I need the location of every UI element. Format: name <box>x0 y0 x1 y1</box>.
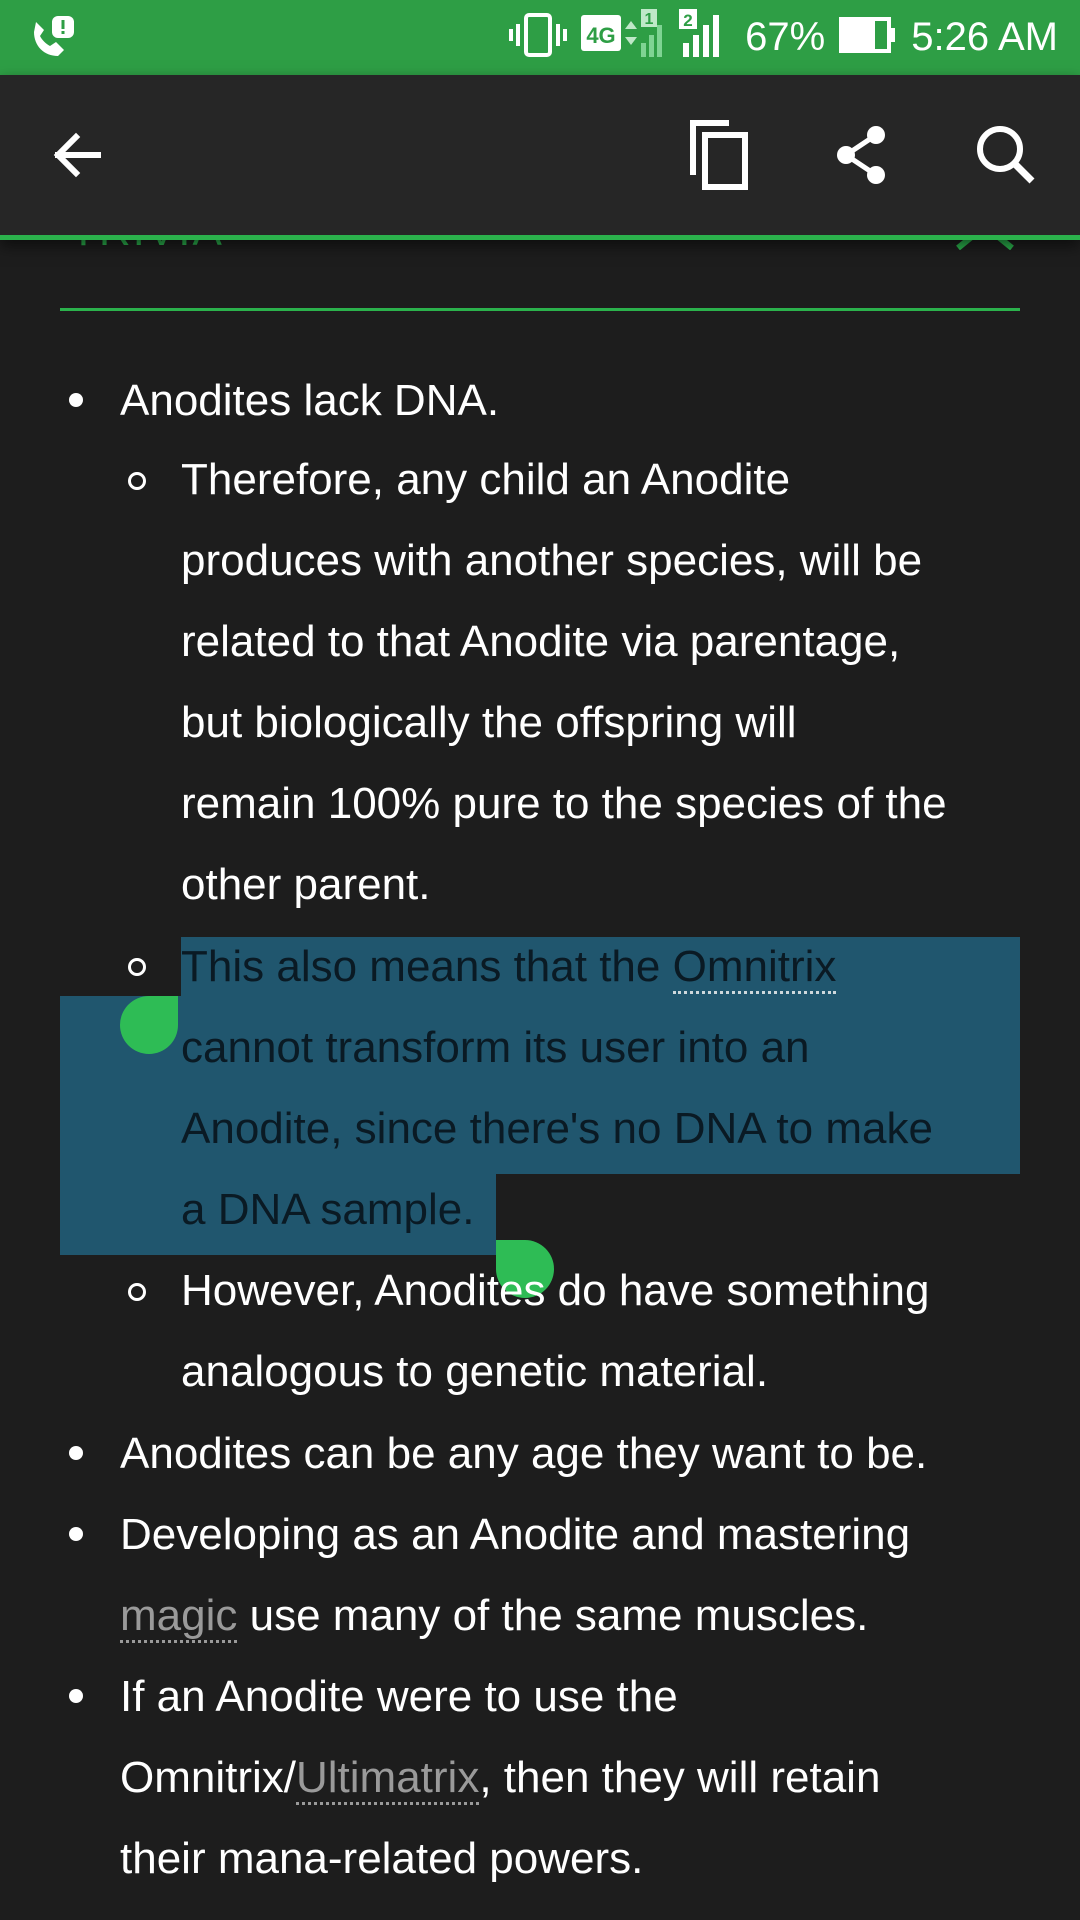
article-content: TRIVIA Anodites lack DNA. Therefore, any… <box>0 240 1080 1920</box>
chevron-up-icon <box>950 240 1020 255</box>
omnitrix-link[interactable]: Omnitrix <box>672 942 837 994</box>
search-button[interactable] <box>966 115 1046 195</box>
clock-time: 5:26 AM <box>911 15 1058 59</box>
back-button[interactable] <box>38 115 118 195</box>
section-header-trivia[interactable]: TRIVIA <box>60 240 1020 311</box>
bullet-ring <box>128 472 146 490</box>
back-arrow-icon <box>53 132 101 178</box>
share-icon <box>837 126 885 184</box>
svg-text:1: 1 <box>645 11 654 28</box>
list-item: Anodites lack DNA. <box>120 376 500 425</box>
svg-text:4G: 4G <box>586 23 615 48</box>
magic-link[interactable]: magic <box>120 1591 238 1643</box>
section-title: TRIVIA <box>70 240 224 256</box>
call-alert-icon <box>28 12 78 62</box>
share-button[interactable] <box>822 115 902 195</box>
battery-percent: 67% <box>745 15 826 59</box>
list-item: Developing as an Anodite and mastering m… <box>120 1494 1040 1656</box>
bullet-dot <box>69 1527 83 1541</box>
search-icon <box>977 126 1035 184</box>
selection-start-handle[interactable] <box>120 996 178 1054</box>
signal-sim2-icon: 2 <box>679 7 731 68</box>
network-4g-icon: 4G 1 <box>581 7 665 68</box>
reader-toolbar <box>0 75 1080 240</box>
status-bar: 4G 1 2 67% 5:26 AM <box>0 0 1080 75</box>
svg-text:2: 2 <box>683 11 692 30</box>
bullet-dot <box>69 393 83 407</box>
copy-icon <box>690 120 748 190</box>
sub-list-item: However, Anodites do have something anal… <box>181 1266 930 1396</box>
list-item: Anodites can be any age they want to be. <box>120 1429 928 1478</box>
bullet-dot <box>69 1446 83 1460</box>
bullet-ring <box>128 1283 146 1301</box>
vibrate-icon <box>509 12 568 63</box>
ultimatrix-link[interactable]: Ultimatrix <box>296 1753 480 1805</box>
bullet-dot <box>69 1689 83 1703</box>
battery-icon <box>839 17 897 58</box>
sub-list-item: Therefore, any child an Anodite produces… <box>181 455 947 909</box>
bullet-ring <box>128 958 146 976</box>
list-item: If an Anodite were to use the Omnitrix/U… <box>120 1672 881 1883</box>
copy-button[interactable] <box>680 115 760 195</box>
sub-list-item-selected[interactable]: This also means that the Omnitrix cannot… <box>181 926 1041 1250</box>
